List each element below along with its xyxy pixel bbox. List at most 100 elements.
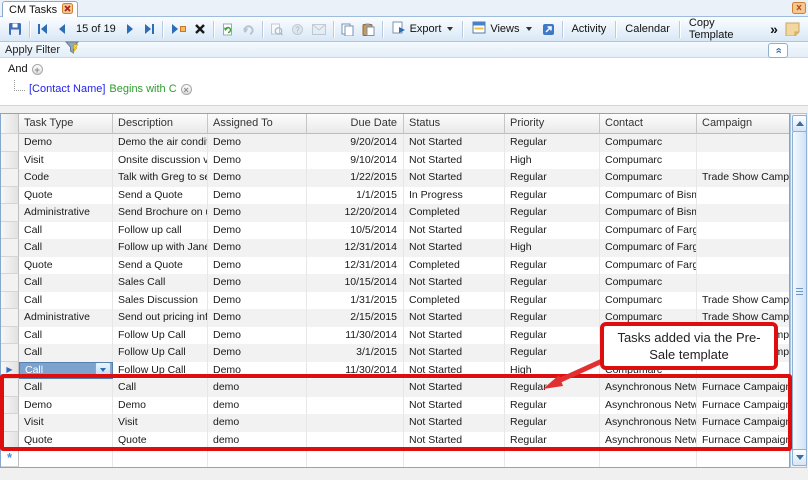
row-selector[interactable] — [1, 134, 19, 152]
row-selector[interactable] — [1, 344, 19, 362]
row-selector[interactable] — [1, 222, 19, 240]
table-cell[interactable]: Send out pricing info... — [113, 309, 208, 327]
table-cell[interactable]: Demo — [19, 397, 113, 415]
table-cell[interactable]: Not Started — [404, 414, 505, 432]
table-cell[interactable]: Regular — [505, 414, 600, 432]
table-cell[interactable]: 1/22/2015 — [307, 169, 404, 187]
table-cell[interactable]: Demo — [19, 134, 113, 152]
table-cell[interactable]: Compumarc of Fargo — [600, 222, 697, 240]
table-cell[interactable]: Demo — [208, 239, 307, 257]
empty-new-cell[interactable] — [307, 449, 404, 467]
table-cell[interactable]: Administrative — [19, 309, 113, 327]
export-button[interactable]: Export — [386, 19, 460, 40]
delete-record-button[interactable] — [190, 19, 210, 40]
table-cell[interactable]: Administrative — [19, 204, 113, 222]
table-cell[interactable]: Send a Quote — [113, 187, 208, 205]
table-cell[interactable]: Not Started — [404, 309, 505, 327]
column-header[interactable]: Assigned To — [208, 114, 307, 134]
table-cell[interactable]: Quote — [19, 257, 113, 275]
table-row[interactable]: AdministrativeSend Brochure on u...Demo1… — [1, 204, 789, 222]
table-cell[interactable]: Demo — [208, 152, 307, 170]
table-cell[interactable]: Regular — [505, 327, 600, 345]
table-cell[interactable]: Compumarc — [600, 169, 697, 187]
vertical-scrollbar[interactable] — [790, 113, 807, 468]
table-cell[interactable]: Asynchronous Netw... — [600, 432, 697, 450]
table-cell[interactable]: Code — [19, 169, 113, 187]
row-selector[interactable] — [1, 169, 19, 187]
table-cell[interactable]: Furnace Campaign — [697, 379, 789, 397]
table-cell[interactable]: Regular — [505, 169, 600, 187]
table-cell[interactable]: Quote — [113, 432, 208, 450]
table-cell[interactable]: Visit — [113, 414, 208, 432]
table-cell[interactable]: Not Started — [404, 222, 505, 240]
row-selector[interactable]: ▶ — [1, 362, 19, 380]
table-cell[interactable]: Completed — [404, 292, 505, 310]
table-cell[interactable]: Regular — [505, 379, 600, 397]
table-cell[interactable]: Regular — [505, 187, 600, 205]
row-selector[interactable] — [1, 379, 19, 397]
filter-conjunction[interactable]: And — [8, 63, 28, 75]
table-row[interactable]: CodeTalk with Greg to se...Demo1/22/2015… — [1, 169, 789, 187]
table-cell[interactable]: Quote — [19, 432, 113, 450]
table-cell[interactable]: Call — [19, 274, 113, 292]
column-header[interactable]: Status — [404, 114, 505, 134]
activity-button[interactable]: Activity — [565, 19, 612, 40]
empty-new-cell[interactable] — [600, 449, 697, 467]
table-cell[interactable]: Regular — [505, 222, 600, 240]
table-cell[interactable]: Regular — [505, 432, 600, 450]
table-cell[interactable]: Not Started — [404, 134, 505, 152]
table-row[interactable]: DemoDemodemoNot StartedRegularAsynchrono… — [1, 397, 789, 415]
table-cell[interactable]: Not Started — [404, 344, 505, 362]
table-cell[interactable]: 1/31/2015 — [307, 292, 404, 310]
table-cell[interactable]: Demo — [208, 309, 307, 327]
table-cell[interactable]: Regular — [505, 257, 600, 275]
table-row[interactable]: VisitVisitdemoNot StartedRegularAsynchro… — [1, 414, 789, 432]
table-cell[interactable]: 12/31/2014 — [307, 239, 404, 257]
print-preview-button[interactable] — [266, 19, 287, 40]
table-cell[interactable]: Follow up call — [113, 222, 208, 240]
table-cell[interactable]: Follow Up Call — [113, 327, 208, 345]
table-cell[interactable]: Not Started — [404, 327, 505, 345]
table-cell[interactable]: demo — [208, 432, 307, 450]
new-row-selector[interactable]: * — [1, 449, 19, 467]
table-cell[interactable]: Compumarc of Fargo — [600, 239, 697, 257]
table-cell[interactable]: Follow Up Call — [113, 362, 208, 380]
table-cell[interactable]: demo — [208, 379, 307, 397]
table-cell[interactable] — [307, 397, 404, 415]
table-cell[interactable]: Demo — [208, 257, 307, 275]
row-selector[interactable] — [1, 397, 19, 415]
table-row[interactable]: CallSales DiscussionDemo1/31/2015Complet… — [1, 292, 789, 310]
table-cell[interactable]: 3/1/2015 — [307, 344, 404, 362]
table-cell[interactable]: Call — [19, 292, 113, 310]
table-cell[interactable]: Compumarc of Fargo — [600, 257, 697, 275]
paste-button[interactable] — [358, 19, 379, 40]
table-cell[interactable]: Compumarc of Bism... — [600, 204, 697, 222]
table-cell[interactable]: 10/5/2014 — [307, 222, 404, 240]
table-cell[interactable]: Call — [19, 239, 113, 257]
column-header[interactable]: Due Date — [307, 114, 404, 134]
row-selector[interactable] — [1, 274, 19, 292]
table-cell[interactable]: Compumarc — [600, 274, 697, 292]
table-cell[interactable]: High — [505, 152, 600, 170]
table-cell[interactable]: Visit — [19, 152, 113, 170]
table-cell[interactable]: Not Started — [404, 239, 505, 257]
tab-cm-tasks[interactable]: CM Tasks — [2, 1, 78, 17]
table-cell[interactable]: Asynchronous Netw... — [600, 414, 697, 432]
table-cell[interactable]: Regular — [505, 274, 600, 292]
row-selector[interactable] — [1, 239, 19, 257]
empty-new-cell[interactable] — [404, 449, 505, 467]
row-selector[interactable] — [1, 152, 19, 170]
table-cell[interactable]: Not Started — [404, 362, 505, 380]
last-record-button[interactable] — [139, 19, 159, 40]
table-cell[interactable]: demo — [208, 397, 307, 415]
table-cell[interactable]: Not Started — [404, 169, 505, 187]
column-header[interactable]: Campaign — [697, 114, 789, 134]
table-row[interactable]: VisitOnsite discussion visitDemo9/10/201… — [1, 152, 789, 170]
row-selector[interactable] — [1, 257, 19, 275]
table-cell[interactable]: Demo — [208, 344, 307, 362]
row-selector[interactable] — [1, 187, 19, 205]
refresh-button[interactable] — [217, 19, 238, 40]
table-cell[interactable] — [307, 379, 404, 397]
column-header[interactable]: Contact — [600, 114, 697, 134]
table-row[interactable]: CallSales CallDemo10/15/2014Not StartedR… — [1, 274, 789, 292]
